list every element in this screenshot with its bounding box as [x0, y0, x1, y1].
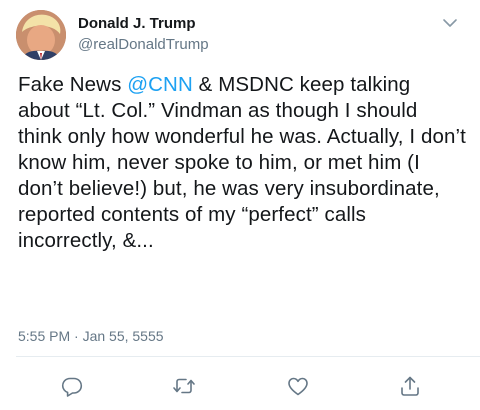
share-icon[interactable]: [398, 374, 422, 398]
like-icon[interactable]: [286, 374, 310, 398]
timestamp[interactable]: 5:55 PM · Jan 55, 5555: [18, 327, 164, 345]
divider: [16, 356, 480, 357]
handle[interactable]: @realDonaldTrump: [78, 35, 209, 55]
mention-link[interactable]: @CNN: [127, 73, 193, 96]
avatar-image: [16, 10, 66, 60]
tweet-header: Donald J. Trump @realDonaldTrump: [16, 8, 464, 64]
reply-icon[interactable]: [60, 374, 84, 398]
action-bar: [0, 368, 480, 400]
chevron-down-icon[interactable]: [442, 16, 458, 28]
avatar[interactable]: [16, 10, 66, 60]
tweet-text-part: & MSDNC keep talking about “Lt. Col.” Vi…: [18, 73, 466, 252]
author-names: Donald J. Trump @realDonaldTrump: [78, 14, 209, 55]
display-name[interactable]: Donald J. Trump: [78, 14, 209, 33]
tweet-text: Fake News @CNN & MSDNC keep talking abou…: [18, 72, 466, 254]
tweet-text-part: Fake News: [18, 73, 128, 96]
retweet-icon[interactable]: [172, 374, 196, 398]
